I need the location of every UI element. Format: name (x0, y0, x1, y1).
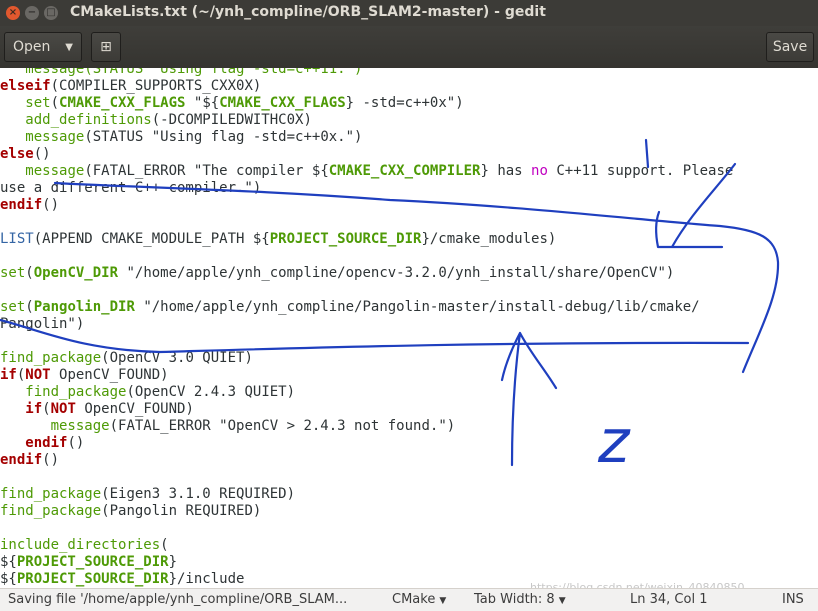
code-line-21: find_package(Pangolin REQUIRED) (0, 503, 262, 519)
save-label: Save (772, 39, 808, 55)
minimize-icon: − (27, 7, 37, 18)
tab-width-selector[interactable]: Tab Width: 8 ▼ (474, 592, 566, 607)
status-bar: Saving file '/home/apple/ynh_compline/OR… (0, 588, 818, 611)
save-button[interactable]: Save (766, 32, 814, 62)
maximize-icon: □ (46, 7, 56, 18)
code-line-17: message(FATAL_ERROR "OpenCV > 2.4.3 not … (50, 418, 456, 434)
code-line-19: endif() (0, 452, 60, 468)
code-line-5: else() (0, 146, 51, 162)
window-maximize-button[interactable]: □ (44, 6, 58, 20)
code-line-15: find_package(OpenCV 2.4.3 QUIET) (25, 384, 296, 400)
code-line-8: endif() (0, 197, 60, 213)
code-line-4: message(STATUS "Using flag -std=c++0x.") (25, 129, 363, 145)
status-message: Saving file '/home/apple/ynh_compline/OR… (8, 592, 348, 607)
code-line-18: endif() (25, 435, 85, 451)
close-icon: × (8, 7, 18, 18)
new-tab-button[interactable]: ⊞ (91, 32, 121, 62)
code-line-3: add_definitions(-DCOMPILEDWITHC0X) (25, 112, 312, 128)
cursor-position: Ln 34, Col 1 (630, 592, 708, 607)
new-tab-icon: ⊞ (100, 39, 112, 55)
code-line-16: if(NOT OpenCV_FOUND) (25, 401, 194, 417)
window-minimize-button[interactable]: − (25, 6, 39, 20)
code-line-10: set(OpenCV_DIR "/home/apple/ynh_compline… (0, 265, 675, 281)
code-line-13: find_package(OpenCV 3.0 QUIET) (0, 350, 253, 366)
window-titlebar: × − □ CMakeLists.txt (~/ynh_compline/ORB… (0, 0, 818, 26)
code-line-1: elseif(COMPILER_SUPPORTS_CXX0X) (0, 78, 262, 94)
window-close-button[interactable]: × (6, 6, 20, 20)
code-line-9: LIST(APPEND CMAKE_MODULE_PATH ${PROJECT_… (0, 231, 557, 247)
window-title: CMakeLists.txt (~/ynh_compline/ORB_SLAM2… (70, 4, 546, 20)
code-line-24: ${PROJECT_SOURCE_DIR}/include (0, 571, 245, 587)
code-line-6: message(FATAL_ERROR "The compiler ${CMAK… (25, 163, 734, 179)
open-label: Open (13, 39, 51, 55)
text-editor[interactable]: message(STATUS "Using flag -std=c++11.")… (0, 68, 818, 588)
chevron-down-icon: ▼ (439, 596, 447, 606)
code-line-22: include_directories( (0, 537, 169, 553)
insert-mode[interactable]: INS (782, 592, 804, 607)
code-line-23: ${PROJECT_SOURCE_DIR} (0, 554, 178, 570)
code-line-20: find_package(Eigen3 3.1.0 REQUIRED) (0, 486, 296, 502)
code-line-0: message(STATUS "Using flag -std=c++11.") (0, 68, 363, 77)
header-bar: Open ▼ ⊞ Save (0, 26, 818, 69)
code-line-14: if(NOT OpenCV_FOUND) (0, 367, 169, 383)
language-selector[interactable]: CMake ▼ (392, 592, 446, 607)
chevron-down-icon: ▼ (65, 41, 73, 53)
code-line-2: set(CMAKE_CXX_FLAGS "${CMAKE_CXX_FLAGS} … (25, 95, 464, 111)
code-line-7: use a different C++ compiler.") (0, 180, 262, 196)
open-button[interactable]: Open ▼ (4, 32, 82, 62)
code-line-11: set(Pangolin_DIR "/home/apple/ynh_compli… (0, 299, 700, 315)
chevron-down-icon: ▼ (558, 596, 566, 606)
code-line-12: Pangolin") (0, 316, 85, 332)
